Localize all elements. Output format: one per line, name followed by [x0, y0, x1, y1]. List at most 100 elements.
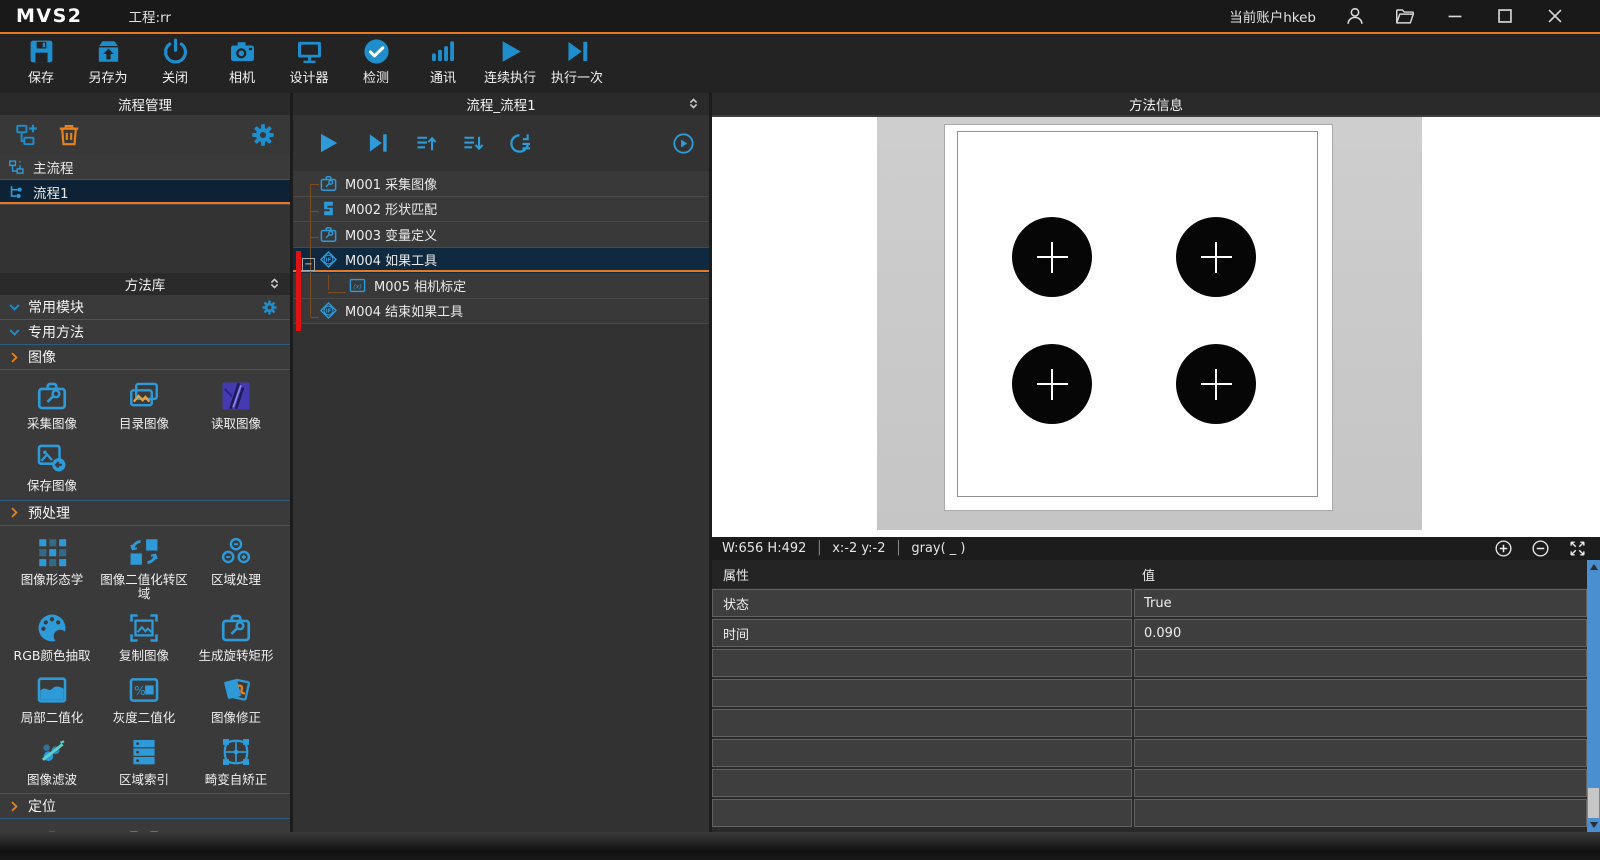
move-up-button[interactable] [415, 132, 438, 155]
method-item-图像滤波[interactable]: 图像滤波 [6, 730, 98, 792]
section-preprocess[interactable]: 预处理 [0, 501, 290, 526]
maximize-button[interactable] [1494, 5, 1516, 27]
method-item-区域索引[interactable]: 区域索引 [98, 730, 190, 792]
method-item-label: 局部二值化 [21, 711, 84, 726]
flow-step-label: M004 结束如果工具 [345, 301, 463, 320]
flow-step-m001[interactable]: M001 采集图像 [293, 171, 709, 197]
collapse-panel-icon[interactable] [686, 96, 701, 111]
method-grid-locate [0, 819, 290, 832]
method-item-图像修正[interactable]: 图像修正 [190, 668, 282, 730]
property-row-状态[interactable]: 状态True [712, 589, 1587, 617]
property-name-cell [712, 649, 1132, 677]
communication-button[interactable]: 通讯 [415, 37, 471, 92]
binarize-region-icon [127, 535, 161, 569]
flow-step-m004-if[interactable]: IFM004 如果工具 [293, 248, 709, 274]
property-row-时间[interactable]: 时间0.090 [712, 619, 1587, 647]
if-icon: IF [319, 250, 338, 269]
close-button[interactable] [1544, 5, 1566, 27]
zoom-out-icon[interactable] [1531, 539, 1550, 558]
tree-connector-stub [311, 211, 319, 212]
save-button[interactable]: 保存 [13, 37, 69, 92]
delete-flow-button[interactable] [56, 122, 82, 148]
run-continuous-button[interactable]: 连续执行 [482, 37, 538, 92]
section-special-methods[interactable]: 专用方法 [0, 320, 290, 345]
property-row[interactable] [712, 649, 1587, 677]
method-item-畸变自矫正[interactable]: 畸变自矫正 [190, 730, 282, 792]
loop-run-button[interactable] [509, 132, 532, 155]
toolbox-icon [319, 174, 338, 193]
camera-button[interactable]: 相机 [214, 37, 270, 92]
property-row[interactable] [712, 709, 1587, 737]
scrollbar-thumb[interactable] [1588, 788, 1599, 818]
method-item-RGB颜色抽取[interactable]: RGB颜色抽取 [6, 606, 98, 668]
svg-text:IF: IF [326, 258, 332, 264]
property-row[interactable] [712, 739, 1587, 767]
image-viewer[interactable] [712, 117, 1600, 537]
property-value-cell [1134, 799, 1587, 827]
method-item-图像形态学[interactable]: 图像形态学 [6, 530, 98, 607]
scroll-up-arrow-icon[interactable] [1587, 561, 1600, 573]
flow-step-m004-endif[interactable]: IFM004 结束如果工具 [293, 299, 709, 325]
flow-step-m002[interactable]: M002 形状匹配 [293, 197, 709, 223]
method-item-label: 灰度二值化 [113, 711, 176, 726]
method-item[interactable] [98, 823, 190, 832]
open-folder-icon[interactable] [1394, 5, 1416, 27]
power-icon [161, 37, 190, 66]
fit-view-icon[interactable] [1568, 539, 1587, 558]
method-item-label: 图像二值化转区域 [98, 573, 190, 603]
save-as-button[interactable]: 另存为 [80, 37, 136, 92]
property-row[interactable] [712, 769, 1587, 797]
section-common-modules[interactable]: 常用模块 [0, 295, 290, 320]
run-once-button[interactable]: 执行一次 [549, 37, 605, 92]
flow-step-m005[interactable]: (x)M005 相机标定 [293, 273, 709, 299]
flow-step-m003[interactable]: M003 变量定义 [293, 222, 709, 248]
method-item-局部二值化[interactable]: 局部二值化 [6, 668, 98, 730]
user-icon[interactable] [1344, 5, 1366, 27]
detect-button[interactable]: 检测 [348, 37, 404, 92]
table-scrollbar[interactable] [1587, 560, 1600, 832]
section-locate[interactable]: 定位 [0, 794, 290, 819]
collapse-panel-icon[interactable] [267, 276, 282, 291]
method-library: 常用模块专用方法图像采集图像目录图像 读取图像保存图像预处理图像形态学图像二值化转… [0, 295, 290, 832]
method-item-灰度二值化[interactable]: % 灰度二值化 [98, 668, 190, 730]
flow-settings-gear-icon[interactable] [250, 122, 276, 148]
add-flow-button[interactable] [14, 122, 40, 148]
zoom-in-icon[interactable] [1494, 539, 1513, 558]
section-image[interactable]: 图像 [0, 345, 290, 370]
property-row[interactable] [712, 799, 1587, 827]
process-tree-item-main-process[interactable]: 主流程 [0, 155, 290, 180]
method-item[interactable] [6, 823, 98, 832]
process-tree-item-process-1[interactable]: 流程1 [0, 180, 290, 205]
property-row[interactable] [712, 679, 1587, 707]
designer-button[interactable]: 设计器 [281, 37, 337, 92]
calibration-dot [1012, 344, 1092, 424]
minimize-button[interactable] [1444, 5, 1466, 27]
module-settings-gear-icon[interactable] [261, 299, 278, 316]
property-name-cell: 时间 [712, 619, 1132, 647]
property-value-cell [1134, 649, 1587, 677]
gray-binarize-icon: % [127, 673, 161, 707]
run-flow-button[interactable] [315, 130, 341, 156]
step-icon [563, 37, 592, 66]
method-item-生成旋转矩形[interactable]: 生成旋转矩形 [190, 606, 282, 668]
tree-connector-stub [311, 237, 319, 238]
method-item-目录图像[interactable]: 目录图像 [98, 374, 190, 436]
method-item-复制图像[interactable]: 复制图像 [98, 606, 190, 668]
flow-step-list: M001 采集图像M002 形状匹配M003 变量定义IFM004 如果工具(x… [293, 171, 709, 832]
method-item-读取图像[interactable]: 读取图像 [190, 374, 282, 436]
close-project-button[interactable]: 关闭 [147, 37, 203, 92]
flow-panel-title: 流程_流程1 [466, 94, 535, 114]
method-item-保存图像[interactable]: 保存图像 [6, 436, 98, 498]
step-flow-button[interactable] [365, 130, 391, 156]
method-item-采集图像[interactable]: 采集图像 [6, 374, 98, 436]
method-item-label: 目录图像 [119, 417, 169, 432]
process-tree-empty-area [0, 205, 290, 273]
method-item-区域处理[interactable]: 区域处理 [190, 530, 282, 607]
move-down-button[interactable] [462, 132, 485, 155]
scroll-down-arrow-icon[interactable] [1587, 819, 1600, 831]
method-item-图像二值化转区域[interactable]: 图像二值化转区域 [98, 530, 190, 607]
run-selected-button[interactable] [672, 132, 695, 155]
calibration-dot [1012, 217, 1092, 297]
collapse-expander-box[interactable]: − [302, 258, 315, 271]
method-item[interactable] [190, 823, 282, 832]
